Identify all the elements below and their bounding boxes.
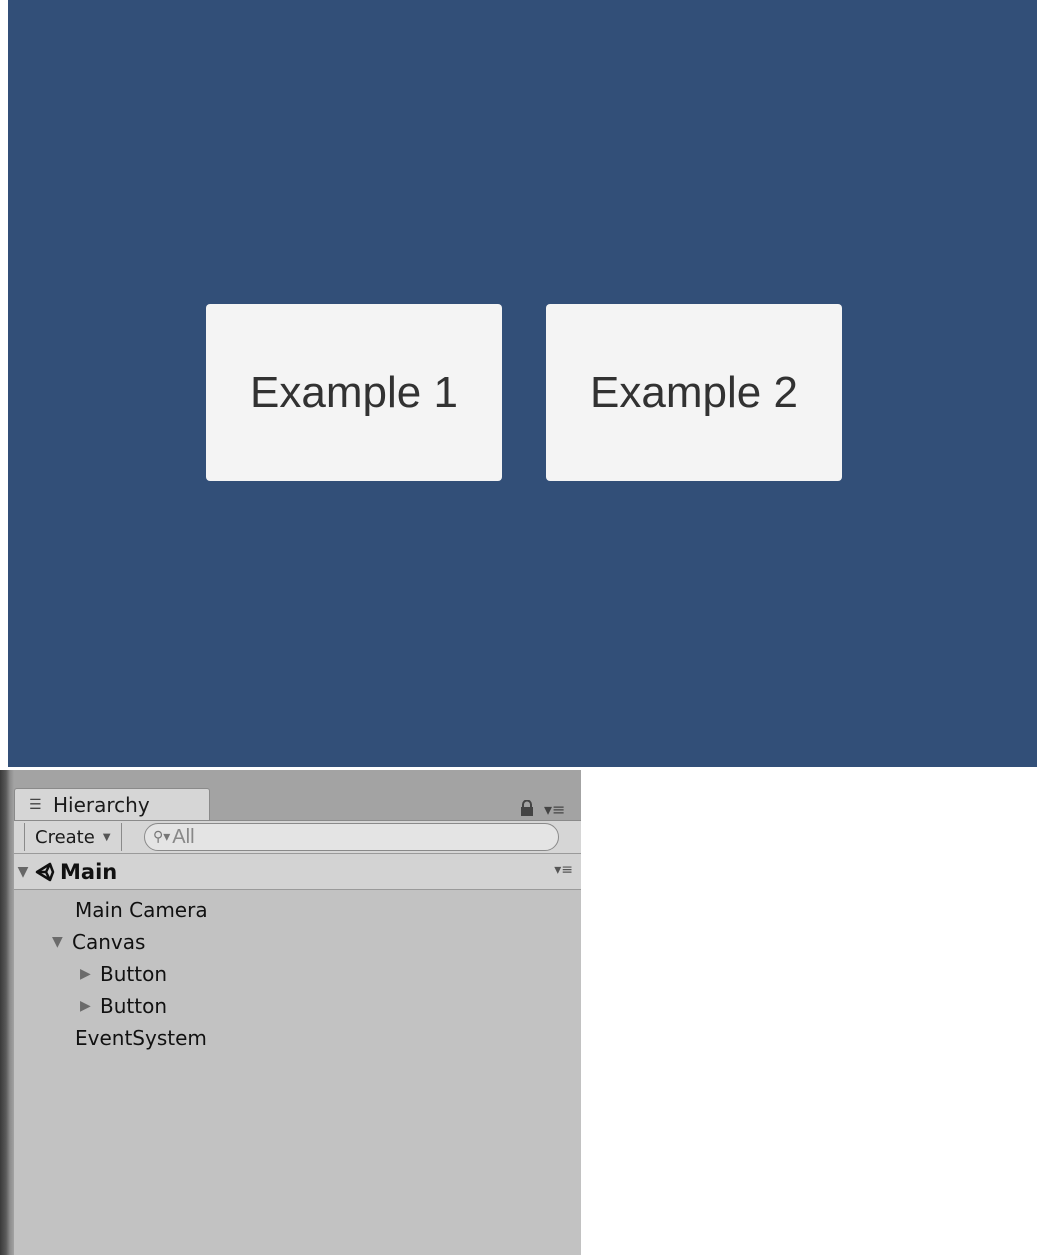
- hierarchy-tree: Main Camera ▼ Canvas ▶ Button ▶ Button E…: [14, 890, 581, 1255]
- lock-icon[interactable]: [520, 800, 534, 816]
- search-field[interactable]: ⚲▾: [144, 823, 559, 851]
- game-view: Example 1 Example 2: [8, 0, 1037, 767]
- tree-item-event-system[interactable]: EventSystem: [75, 1022, 207, 1054]
- panel-menu-icon[interactable]: ▾≡: [544, 802, 565, 818]
- create-button[interactable]: Create ▼: [24, 823, 122, 851]
- example-1-button[interactable]: Example 1: [206, 304, 502, 481]
- tree-item-canvas[interactable]: ▼ Canvas: [52, 926, 145, 958]
- tree-item-label: Button: [100, 962, 167, 986]
- expand-arrow-icon[interactable]: ▼: [52, 934, 72, 950]
- collapse-arrow-icon[interactable]: ▶: [80, 966, 100, 982]
- tree-item-label: Canvas: [72, 930, 146, 954]
- scene-row-main[interactable]: ▼ Main ▾≡: [14, 854, 581, 890]
- tree-item-label: Button: [100, 994, 167, 1018]
- scene-menu-icon[interactable]: ▾≡: [554, 862, 573, 878]
- hierarchy-toolbar: Create ▼ ⚲▾: [14, 820, 581, 854]
- search-icon: ⚲▾: [153, 829, 171, 845]
- tree-item-label: Main Camera: [75, 898, 208, 922]
- collapse-arrow-icon[interactable]: ▶: [80, 998, 100, 1014]
- create-label: Create: [35, 826, 95, 848]
- dropdown-arrow-icon: ▼: [102, 831, 111, 843]
- tree-item-main-camera[interactable]: Main Camera: [75, 894, 208, 926]
- list-icon: ☰: [29, 796, 42, 813]
- tree-item-button[interactable]: ▶ Button: [80, 990, 167, 1022]
- tab-label: Hierarchy: [53, 792, 150, 817]
- panel-edge: [0, 770, 14, 1255]
- tree-item-label: EventSystem: [75, 1026, 207, 1050]
- expand-arrow-icon[interactable]: ▼: [14, 864, 32, 880]
- tab-hierarchy[interactable]: ☰ Hierarchy: [14, 788, 210, 820]
- scene-name: Main: [60, 859, 118, 884]
- hierarchy-panel: ☰ Hierarchy ▾≡ Create ▼ ⚲▾ ▼ Main ▾≡ Mai…: [0, 770, 581, 1255]
- search-input[interactable]: [172, 825, 533, 849]
- unity-icon: [35, 862, 55, 881]
- example-2-button[interactable]: Example 2: [546, 304, 842, 481]
- tree-item-button[interactable]: ▶ Button: [80, 958, 167, 990]
